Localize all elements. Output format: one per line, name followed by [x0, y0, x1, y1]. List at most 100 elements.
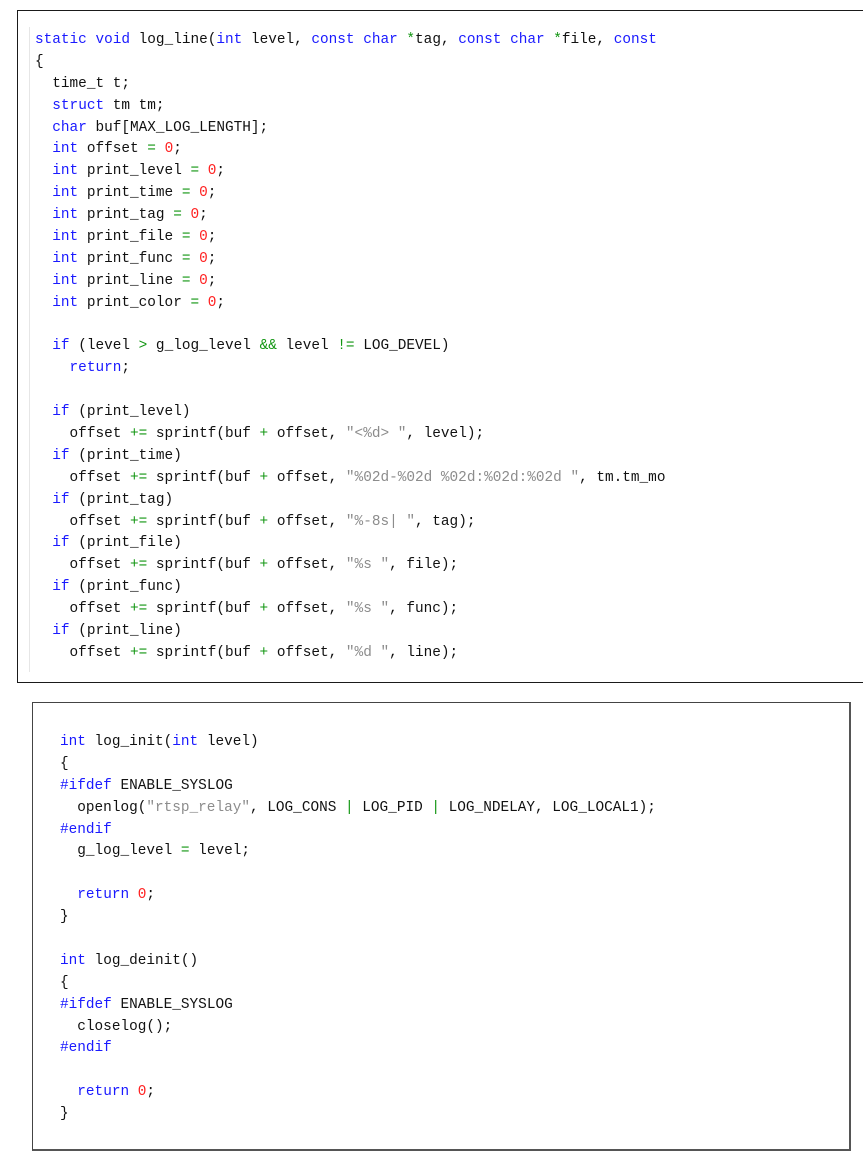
- keyword: return: [77, 887, 130, 904]
- code-text: ;: [216, 294, 226, 311]
- code-text: level): [198, 734, 259, 750]
- code-text: print_line: [78, 272, 182, 289]
- code-text: {: [35, 53, 44, 70]
- code-text: time_t t;: [35, 75, 130, 92]
- code-text: g_log_level: [60, 843, 181, 860]
- operator: >: [138, 338, 148, 355]
- code-text: (print_func): [69, 579, 182, 596]
- preprocessor-directive: #endif: [60, 1040, 112, 1057]
- code-line: struct tm tm;: [35, 96, 665, 118]
- code-text: closelog();: [60, 1018, 173, 1035]
- code-text: (print_file): [69, 535, 182, 552]
- code-text: offset: [35, 469, 130, 486]
- code-line: int offset = 0;: [35, 139, 665, 161]
- code-line: int log_deinit(): [60, 951, 656, 973]
- code-text: offset,: [268, 469, 346, 486]
- code-text: sprintf(buf: [147, 601, 260, 618]
- code-line: #ifdef ENABLE_SYSLOG: [60, 776, 656, 798]
- code-line: if (print_time): [35, 446, 665, 468]
- code-text: offset,: [268, 557, 346, 574]
- keyword: static: [35, 32, 87, 48]
- keyword: int: [52, 163, 79, 180]
- code-line: int print_func = 0;: [35, 249, 665, 271]
- operator: +: [259, 426, 269, 443]
- code-text: print_func: [78, 250, 182, 267]
- code-text: ;: [207, 250, 217, 267]
- keyword: int: [52, 272, 79, 289]
- code-line: if (print_file): [35, 533, 665, 555]
- keyword: const: [311, 32, 355, 48]
- code-text: ;: [199, 207, 208, 224]
- code-line: int print_level = 0;: [35, 161, 665, 183]
- keyword: int: [60, 952, 86, 969]
- keyword: if: [52, 404, 70, 421]
- code-text: , level);: [406, 426, 485, 443]
- keyword: int: [60, 734, 86, 750]
- operator: =: [180, 843, 190, 860]
- code-text: offset,: [268, 426, 346, 443]
- keyword: int: [52, 294, 79, 311]
- keyword: if: [52, 535, 70, 552]
- code-block: static void log_line(int level, const ch…: [35, 30, 665, 665]
- operator: *: [553, 32, 562, 48]
- code-line: return 0;: [60, 885, 656, 907]
- code-text: print_level: [78, 163, 191, 180]
- string-literal: "%s ": [345, 601, 390, 618]
- code-text: }: [60, 1106, 69, 1123]
- code-text: ;: [207, 185, 217, 202]
- operator: =: [190, 163, 200, 180]
- keyword: int: [172, 734, 199, 750]
- code-text: sprintf(buf: [147, 469, 260, 486]
- operator: +: [259, 469, 269, 486]
- code-line: g_log_level = level;: [60, 841, 656, 863]
- code-text: LOG_PID: [353, 799, 432, 816]
- keyword: char: [52, 119, 87, 136]
- code-line: }: [60, 907, 656, 929]
- code-text: offset: [35, 601, 130, 618]
- operator: +: [259, 557, 269, 574]
- code-text: {: [60, 974, 69, 991]
- keyword: int: [52, 207, 79, 224]
- code-text: offset,: [268, 601, 346, 618]
- code-text: log_line(: [130, 32, 217, 48]
- code-line: offset += sprintf(buf + offset, "%02d-%0…: [35, 468, 666, 490]
- code-line: {: [35, 52, 665, 74]
- code-line: time_t t;: [35, 74, 665, 96]
- number-literal: 0: [199, 272, 208, 289]
- code-text: , line);: [389, 644, 459, 661]
- operator: *: [406, 32, 416, 48]
- code-text: offset,: [268, 644, 346, 661]
- code-line: if (print_line): [35, 621, 665, 643]
- number-literal: 0: [164, 141, 174, 158]
- keyword: if: [52, 491, 70, 508]
- code-line: #ifdef ENABLE_SYSLOG: [60, 995, 656, 1017]
- code-line: closelog();: [60, 1017, 656, 1039]
- code-text: }: [60, 909, 69, 926]
- code-panel-log-line: static void log_line(int level, const ch…: [17, 10, 863, 683]
- preprocessor-directive: #ifdef: [60, 996, 112, 1013]
- operator: +=: [130, 426, 148, 443]
- code-line: {: [60, 754, 656, 776]
- operator: =: [147, 141, 156, 158]
- code-line: int print_file = 0;: [35, 227, 665, 249]
- keyword: struct: [52, 97, 105, 114]
- keyword: if: [52, 579, 70, 596]
- code-line: #endif: [60, 1038, 656, 1060]
- code-text: ;: [173, 141, 182, 158]
- code-text: buf[MAX_LOG_LENGTH];: [86, 119, 269, 136]
